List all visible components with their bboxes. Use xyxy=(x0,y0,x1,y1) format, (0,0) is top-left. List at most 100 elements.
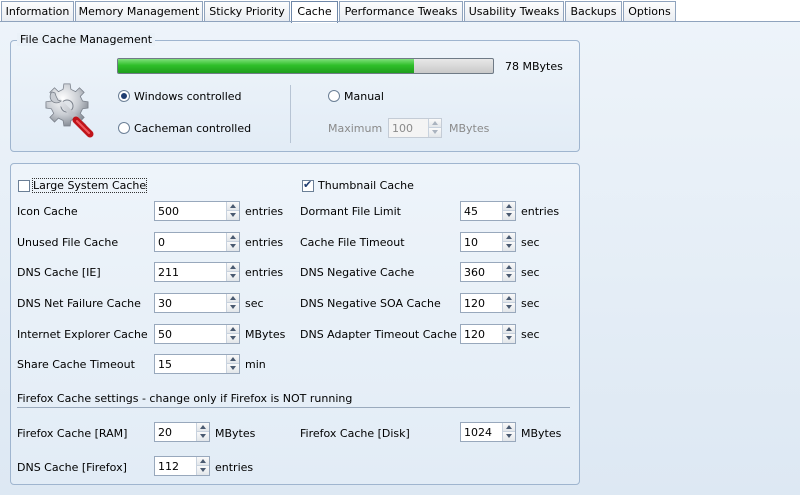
icon-cache-spinner[interactable]: 500 xyxy=(154,201,240,221)
share-cache-timeout-label: Share Cache Timeout xyxy=(17,358,135,371)
spin-down-button[interactable] xyxy=(197,432,209,441)
spin-up-button[interactable] xyxy=(503,294,515,303)
tab-performance-tweaks[interactable]: Performance Tweaks xyxy=(339,1,463,21)
spin-down-button[interactable] xyxy=(503,272,515,281)
ie-cache-label: Internet Explorer Cache xyxy=(17,328,148,341)
dormant-file-limit-spinner[interactable]: 45 xyxy=(460,201,516,221)
icon-cache-value[interactable]: 500 xyxy=(158,205,179,218)
spin-up-button[interactable] xyxy=(503,263,515,272)
dns-cache-ie-value[interactable]: 211 xyxy=(158,266,179,279)
spin-up-button[interactable] xyxy=(227,233,239,242)
tab-information[interactable]: Information xyxy=(1,1,74,21)
unused-file-cache-label: Unused File Cache xyxy=(17,236,119,249)
spin-buttons xyxy=(502,202,515,220)
dns-net-failure-unit: sec xyxy=(245,297,264,310)
tab-options[interactable]: Options xyxy=(623,1,676,21)
spin-up-button[interactable] xyxy=(227,355,239,364)
spin-up-button[interactable] xyxy=(503,423,515,432)
dns-adapter-timeout-spinner[interactable]: 120 xyxy=(460,324,516,344)
spin-up-button[interactable] xyxy=(503,202,515,211)
spin-up-button[interactable] xyxy=(227,202,239,211)
spin-up-button[interactable] xyxy=(503,233,515,242)
dormant-file-limit-unit: entries xyxy=(521,205,560,218)
spin-down-button[interactable] xyxy=(227,242,239,251)
dns-negative-soa-spinner[interactable]: 120 xyxy=(460,293,516,313)
tab-sticky-priority[interactable]: Sticky Priority xyxy=(204,1,290,21)
dns-cache-ie-unit: entries xyxy=(245,266,284,279)
spin-up-button[interactable] xyxy=(227,294,239,303)
cache-file-timeout-spinner[interactable]: 10 xyxy=(460,232,516,252)
firefox-disk-label: Firefox Cache [Disk] xyxy=(300,427,410,440)
firefox-ram-spinner[interactable]: 20 xyxy=(154,422,210,442)
spin-down-button[interactable] xyxy=(503,242,515,251)
spin-down-button[interactable] xyxy=(227,272,239,281)
dns-cache-ie-spinner[interactable]: 211 xyxy=(154,262,240,282)
large-system-cache-checkbox[interactable] xyxy=(18,180,30,192)
spin-down-button[interactable] xyxy=(227,334,239,343)
ie-cache-spinner[interactable]: 50 xyxy=(154,324,240,344)
spin-down-button[interactable] xyxy=(503,432,515,441)
spin-buttons xyxy=(502,263,515,281)
firefox-dns-spinner[interactable]: 112 xyxy=(154,456,210,476)
cache-usage-text: 78 MBytes xyxy=(505,60,563,73)
spin-down-button[interactable] xyxy=(503,334,515,343)
share-cache-timeout-value[interactable]: 15 xyxy=(158,358,172,371)
dormant-file-limit-value[interactable]: 45 xyxy=(464,205,478,218)
spin-buttons xyxy=(428,119,441,137)
dns-net-failure-spinner[interactable]: 30 xyxy=(154,293,240,313)
maximum-spinner[interactable]: 100 xyxy=(388,118,442,138)
firefox-disk-spinner[interactable]: 1024 xyxy=(460,422,516,442)
spin-up-button[interactable] xyxy=(227,263,239,272)
tab-memory-management[interactable]: Memory Management xyxy=(75,1,203,21)
cacheman-controlled-label[interactable]: Cacheman controlled xyxy=(134,122,251,135)
spin-up-button[interactable] xyxy=(197,423,209,432)
dns-net-failure-value[interactable]: 30 xyxy=(158,297,172,310)
firefox-ram-label: Firefox Cache [RAM] xyxy=(17,427,128,440)
spin-buttons xyxy=(226,325,239,343)
cache-usage-bar xyxy=(117,58,494,74)
spin-down-button[interactable] xyxy=(227,211,239,220)
spin-up-button[interactable] xyxy=(503,325,515,334)
dns-negative-cache-unit: sec xyxy=(521,266,540,279)
dns-negative-cache-spinner[interactable]: 360 xyxy=(460,262,516,282)
spin-down-button[interactable] xyxy=(197,466,209,475)
cacheman-controlled-radio[interactable] xyxy=(118,122,130,134)
dns-negative-soa-label: DNS Negative SOA Cache xyxy=(300,297,441,310)
ie-cache-value[interactable]: 50 xyxy=(158,328,172,341)
large-system-cache-label[interactable]: Large System Cache xyxy=(31,178,148,193)
spin-up-button[interactable] xyxy=(197,457,209,466)
spin-up-button[interactable] xyxy=(429,119,441,128)
thumbnail-cache-label[interactable]: Thumbnail Cache xyxy=(318,179,414,192)
firefox-disk-value[interactable]: 1024 xyxy=(464,426,492,439)
icon-cache-unit: entries xyxy=(245,205,284,218)
dns-adapter-timeout-value[interactable]: 120 xyxy=(464,328,485,341)
firefox-separator xyxy=(17,407,570,408)
windows-controlled-radio[interactable] xyxy=(118,90,130,102)
tab-backups[interactable]: Backups xyxy=(565,1,622,21)
unused-file-cache-spinner[interactable]: 0 xyxy=(154,232,240,252)
spin-down-button[interactable] xyxy=(429,128,441,137)
cache-file-timeout-value[interactable]: 10 xyxy=(464,236,478,249)
spin-down-button[interactable] xyxy=(503,303,515,312)
manual-radio[interactable] xyxy=(328,90,340,102)
firefox-ram-value[interactable]: 20 xyxy=(158,426,172,439)
tab-cache[interactable]: Cache xyxy=(291,1,338,23)
unused-file-cache-value[interactable]: 0 xyxy=(158,236,165,249)
tab-usability-tweaks[interactable]: Usability Tweaks xyxy=(464,1,564,21)
dns-negative-cache-value[interactable]: 360 xyxy=(464,266,485,279)
dns-negative-soa-value[interactable]: 120 xyxy=(464,297,485,310)
firefox-ram-unit: MBytes xyxy=(215,427,256,440)
spin-buttons xyxy=(196,457,209,475)
firefox-dns-value[interactable]: 112 xyxy=(158,460,179,473)
spin-down-button[interactable] xyxy=(227,303,239,312)
maximum-value[interactable]: 100 xyxy=(392,122,413,135)
spin-down-button[interactable] xyxy=(503,211,515,220)
windows-controlled-label[interactable]: Windows controlled xyxy=(134,90,242,103)
spin-buttons xyxy=(226,294,239,312)
maximum-label: Maximum xyxy=(328,122,383,135)
share-cache-timeout-spinner[interactable]: 15 xyxy=(154,354,240,374)
manual-label[interactable]: Manual xyxy=(344,90,384,103)
spin-up-button[interactable] xyxy=(227,325,239,334)
thumbnail-cache-checkbox[interactable] xyxy=(302,178,314,192)
spin-down-button[interactable] xyxy=(227,364,239,373)
